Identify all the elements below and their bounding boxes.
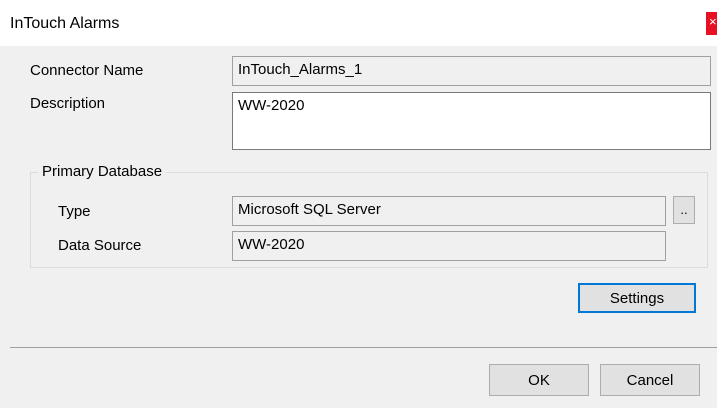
window-title: InTouch Alarms	[10, 15, 120, 32]
description-label: Description	[30, 95, 106, 112]
type-field[interactable]: Microsoft SQL Server	[232, 196, 666, 226]
cancel-button[interactable]: Cancel	[600, 364, 700, 396]
browse-button[interactable]: ..	[673, 196, 695, 224]
data-source-field[interactable]: WW-2020	[232, 231, 666, 261]
settings-button[interactable]: Settings	[578, 283, 696, 313]
type-label: Type	[58, 203, 91, 220]
ok-button[interactable]: OK	[489, 364, 589, 396]
connector-name-label: Connector Name	[30, 62, 144, 79]
separator	[10, 347, 717, 348]
description-field[interactable]: WW-2020	[232, 92, 711, 150]
close-icon: ×	[709, 14, 717, 29]
primary-database-label: Primary Database	[38, 163, 167, 180]
connector-name-field[interactable]: InTouch_Alarms_1	[232, 56, 711, 86]
title-bar: InTouch Alarms ×	[0, 0, 717, 46]
data-source-label: Data Source	[58, 237, 142, 254]
close-button[interactable]: ×	[706, 12, 717, 35]
